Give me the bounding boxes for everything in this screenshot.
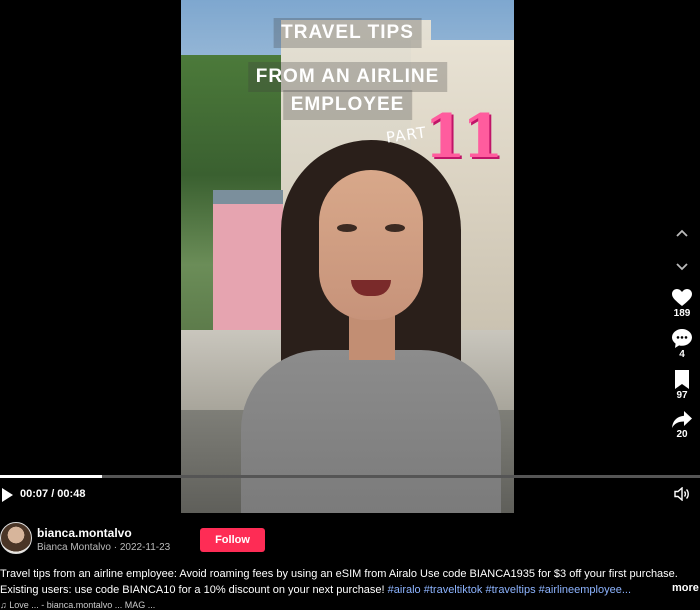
progress-bar[interactable]	[0, 475, 700, 478]
overlay-part-number: 11	[424, 102, 503, 172]
presenter-eye-left	[337, 224, 357, 232]
like-action[interactable]: 189	[663, 289, 700, 319]
overlay-title-line2: FROM AN AIRLINE	[247, 62, 448, 92]
video-stage: TRAVEL TIPS FROM AN AIRLINE EMPLOYEE PAR…	[0, 0, 700, 513]
bookmark-icon	[675, 370, 689, 389]
progress-fill	[0, 475, 103, 478]
post-date: 2022-11-23	[119, 542, 171, 553]
video-presenter	[241, 140, 501, 513]
author-info: bianca.montalvo Bianca Montalvo · 2022-1…	[0, 522, 700, 558]
display-name: Bianca Montalvo	[37, 542, 111, 553]
chevron-down-icon[interactable]	[663, 257, 700, 277]
overlay-title-line3: EMPLOYEE	[282, 90, 413, 120]
music-info[interactable]: ♫ Love ... - bianca.montalvo ... MAG ...	[0, 600, 155, 610]
description-text: Existing users: use code BIANCA10 for a …	[0, 583, 388, 596]
chevron-up-icon[interactable]	[663, 225, 700, 245]
share-icon	[672, 411, 692, 428]
more-button[interactable]: more	[668, 582, 699, 594]
presenter-face	[319, 170, 423, 320]
description-line1: Travel tips from an airline employee: Av…	[0, 568, 678, 580]
share-action[interactable]: 20	[663, 411, 700, 440]
share-count: 20	[676, 429, 688, 440]
comment-action[interactable]: 4	[663, 329, 700, 360]
comment-icon	[672, 329, 692, 348]
follow-button[interactable]: Follow	[200, 528, 265, 552]
save-count: 97	[676, 390, 688, 401]
description-line2: Existing users: use code BIANCA10 for a …	[0, 583, 700, 599]
heart-icon	[672, 289, 692, 306]
save-action[interactable]: 97	[663, 370, 700, 401]
action-rail: 189 4 97 20	[663, 225, 700, 450]
player-controls: 00:07 / 00:48	[0, 484, 700, 506]
video-player[interactable]: TRAVEL TIPS FROM AN AIRLINE EMPLOYEE PAR…	[181, 0, 514, 513]
volume-icon[interactable]	[674, 487, 690, 501]
comment-count: 4	[679, 349, 685, 360]
hashtags[interactable]: #airalo #traveltiktok #traveltips #airli…	[388, 584, 631, 596]
presenter-eye-right	[385, 224, 405, 232]
video-description: Travel tips from an airline employee: Av…	[0, 567, 700, 598]
overlay-title-line1: TRAVEL TIPS	[273, 18, 422, 48]
username[interactable]: bianca.montalvo	[37, 526, 132, 540]
like-count: 189	[673, 308, 691, 319]
avatar[interactable]	[0, 522, 32, 554]
author-subline: Bianca Montalvo · 2022-11-23	[37, 542, 170, 553]
play-icon[interactable]	[2, 488, 13, 502]
playback-time: 00:07 / 00:48	[20, 488, 86, 500]
